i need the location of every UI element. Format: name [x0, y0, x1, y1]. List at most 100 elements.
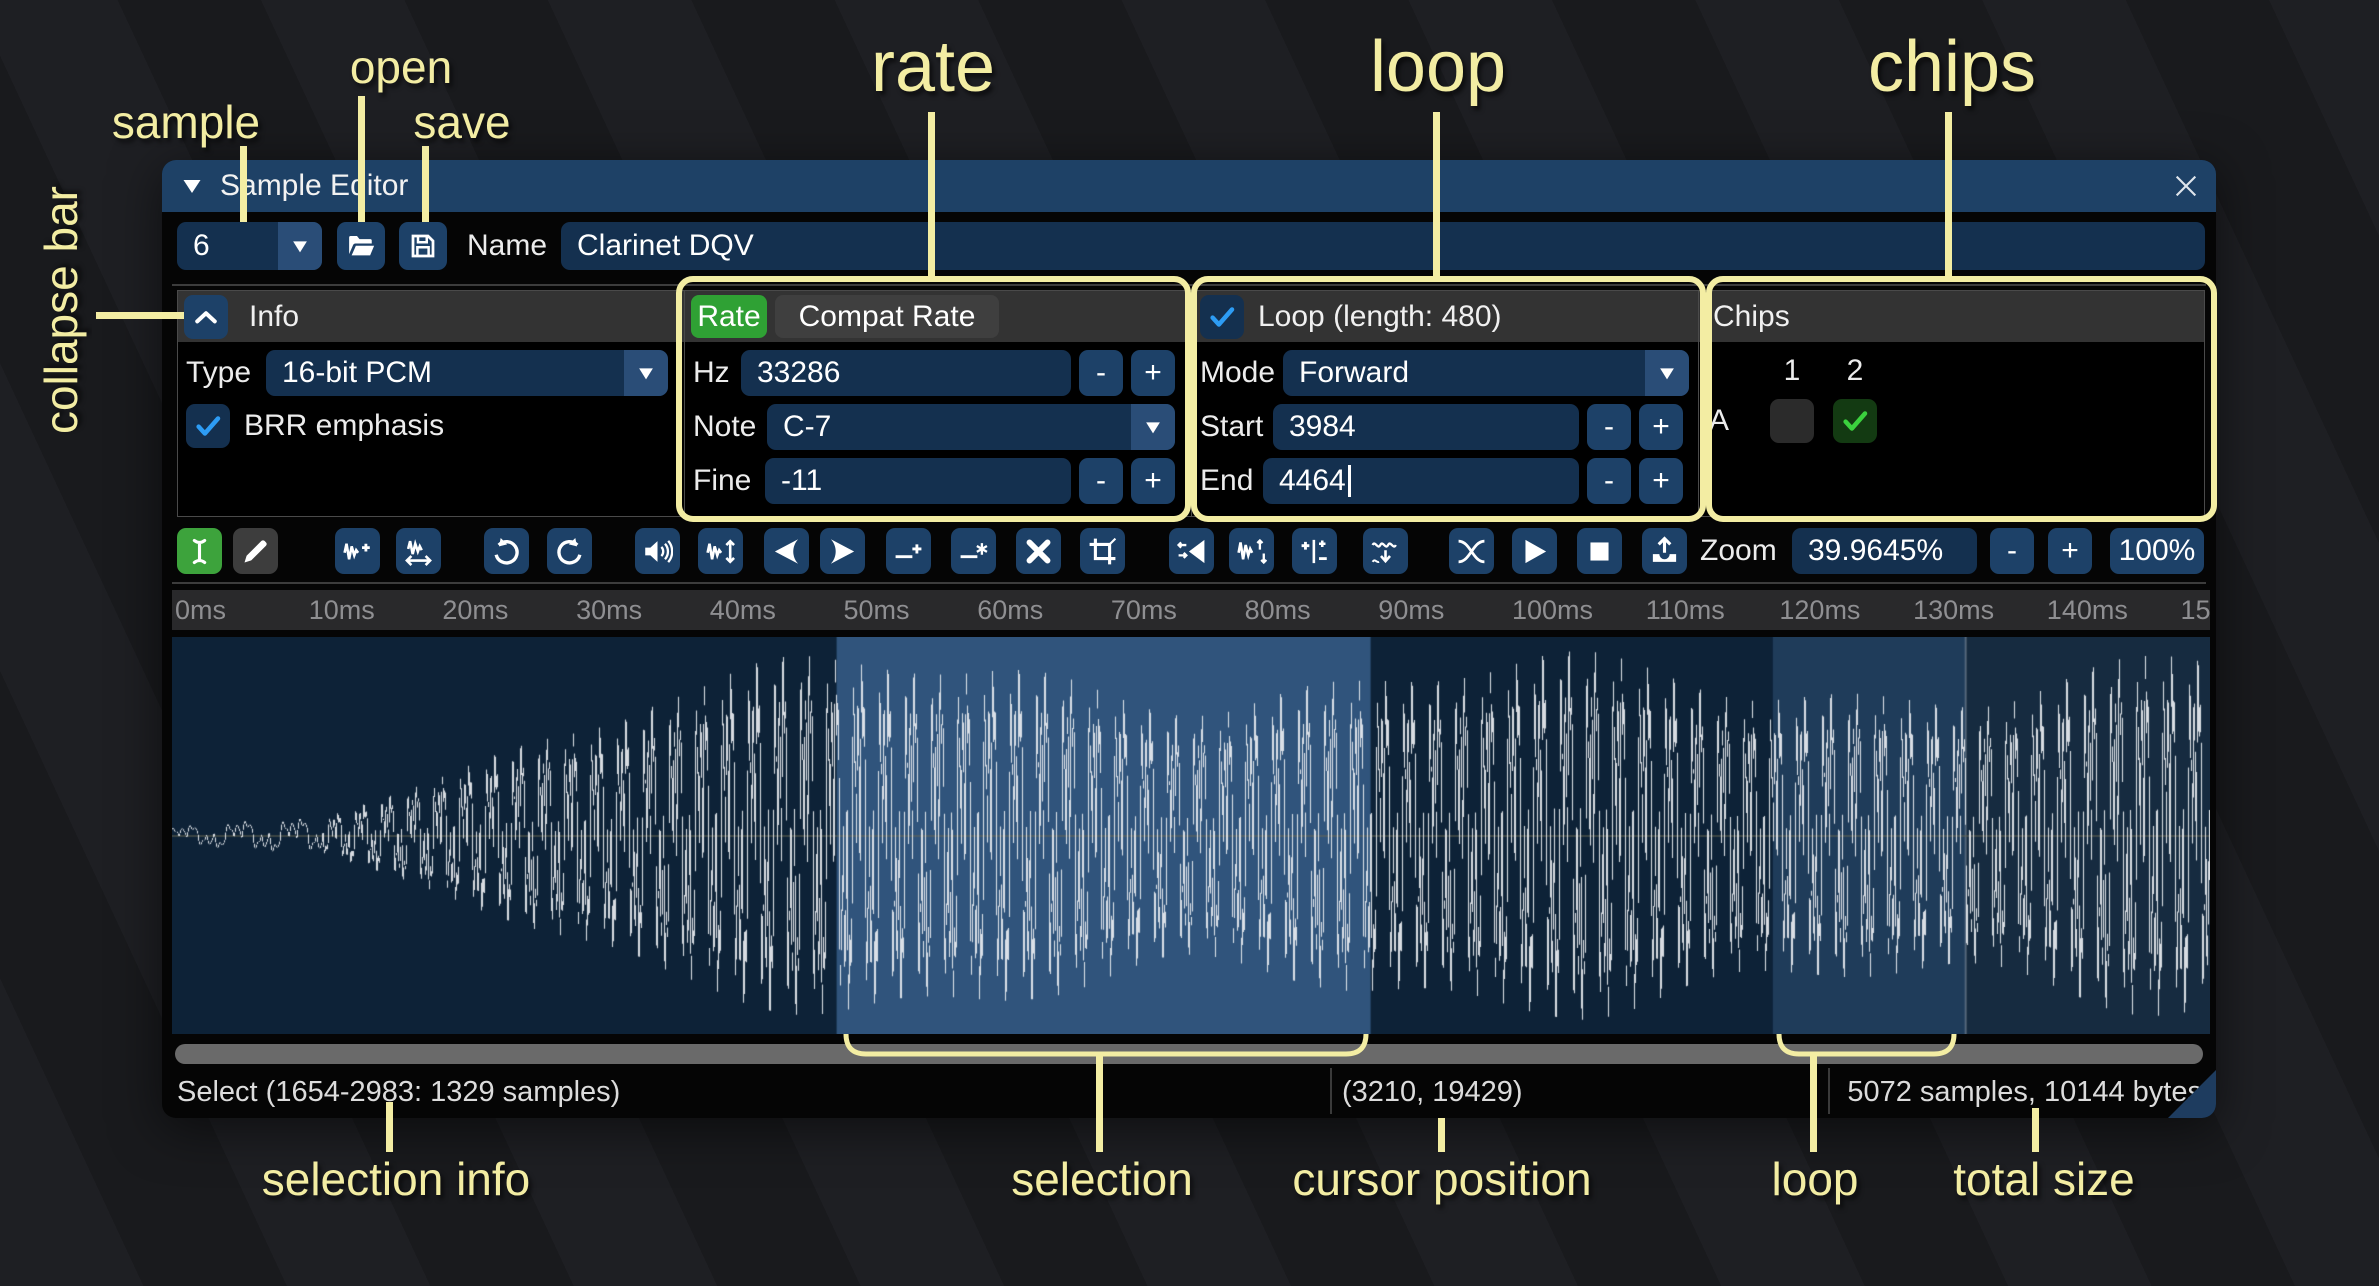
fade-out-button[interactable]	[820, 528, 865, 574]
redo-button[interactable]	[547, 528, 592, 574]
save-button[interactable]	[399, 222, 447, 270]
ruler-label: 100ms	[1512, 595, 1593, 626]
annotation-rate: rate	[871, 26, 995, 108]
loop-end-decrement-button[interactable]: -	[1587, 458, 1631, 504]
timeline-ruler[interactable]: 0ms10ms20ms30ms40ms50ms60ms70ms80ms90ms1…	[172, 590, 2210, 630]
loop-start-decrement-button[interactable]: -	[1587, 404, 1631, 450]
ruler-label: 120ms	[1779, 595, 1860, 626]
note-select[interactable]: C-7	[767, 404, 1175, 450]
ruler-label: 130ms	[1913, 595, 1994, 626]
status-selection-text: Select (1654-2983: 1329 samples)	[177, 1070, 620, 1114]
brr-emphasis-checkbox[interactable]	[186, 404, 230, 448]
insert-silence-button[interactable]	[886, 528, 931, 574]
reverse-button[interactable]	[1169, 528, 1214, 574]
check-icon	[1207, 302, 1237, 332]
chevron-down-icon[interactable]	[624, 350, 668, 396]
hz-increment-button[interactable]: +	[1131, 350, 1175, 396]
hz-input[interactable]: 33286	[741, 350, 1071, 396]
annotation-selection: selection	[1011, 1152, 1193, 1206]
annotation-cursor-position: cursor position	[1292, 1152, 1591, 1206]
annotation-chips: chips	[1868, 26, 2036, 108]
zoom-reset-button[interactable]: 100%	[2110, 528, 2204, 574]
rate-panel: Rate Compat Rate Hz 33286 - + Note C-7 F…	[684, 290, 1192, 517]
waveform-view	[172, 637, 2210, 1034]
annotation-sample: sample	[112, 95, 260, 149]
loop-enable-checkbox[interactable]	[1200, 295, 1244, 339]
annotation-selection-info: selection info	[262, 1152, 531, 1206]
sample-number-select[interactable]: 6	[177, 222, 322, 270]
resample-button[interactable]	[396, 528, 441, 574]
draw-tool-button[interactable]	[233, 528, 278, 574]
ruler-label: 40ms	[710, 595, 776, 626]
waveform-canvas[interactable]	[172, 637, 2210, 1034]
zoom-out-button[interactable]: -	[1990, 528, 2034, 574]
loop-end-increment-button[interactable]: +	[1639, 458, 1683, 504]
invert-button[interactable]	[1229, 528, 1274, 574]
ruler-label: 50ms	[844, 595, 910, 626]
loop-end-label: End	[1200, 458, 1253, 504]
chips-column-2-label: 2	[1847, 351, 1864, 391]
fine-decrement-button[interactable]: -	[1079, 458, 1123, 504]
info-panel-title: Info	[249, 291, 299, 342]
screenshot-root: Sample Editor 6 Name Clarinet DQV	[0, 0, 2379, 1286]
name-input-value: Clarinet DQV	[577, 229, 754, 263]
tab-rate[interactable]: Rate	[691, 295, 767, 338]
chevron-up-icon	[191, 302, 221, 332]
preview-button[interactable]	[1512, 528, 1557, 574]
chevron-down-icon[interactable]	[278, 222, 322, 270]
note-label: Note	[693, 404, 756, 450]
apply-silence-button[interactable]	[951, 528, 996, 574]
fine-increment-button[interactable]: +	[1131, 458, 1175, 504]
divider	[172, 582, 2206, 584]
hz-decrement-button[interactable]: -	[1079, 350, 1123, 396]
select-tool-button[interactable]	[177, 528, 222, 574]
mode-label: Mode	[1200, 350, 1275, 396]
tab-compat-rate[interactable]: Compat Rate	[775, 295, 999, 338]
fade-in-button[interactable]	[764, 528, 809, 574]
chevron-down-icon[interactable]	[1645, 350, 1689, 396]
window-collapse-icon[interactable]	[180, 174, 204, 198]
window-titlebar[interactable]: Sample Editor	[162, 160, 2216, 212]
loop-end-input[interactable]: 4464	[1263, 458, 1579, 504]
open-button[interactable]	[337, 222, 385, 270]
name-label: Name	[467, 222, 547, 270]
type-select-value: 16-bit PCM	[282, 356, 432, 390]
floppy-disk-icon	[408, 231, 438, 261]
type-select[interactable]: 16-bit PCM	[266, 350, 668, 396]
trim-button[interactable]	[1080, 528, 1125, 574]
collapse-bar-button[interactable]	[184, 295, 228, 339]
amplify-button[interactable]	[635, 528, 680, 574]
loop-start-input[interactable]: 3984	[1273, 404, 1579, 450]
annotation-loop: loop	[1370, 26, 1506, 108]
resize-grip[interactable]	[2168, 1070, 2216, 1118]
apply-filter-button[interactable]	[1363, 528, 1408, 574]
loop-mode-select[interactable]: Forward	[1283, 350, 1689, 396]
normalize-button[interactable]	[698, 528, 743, 574]
fine-input[interactable]: -11	[765, 458, 1071, 504]
waveform-scrollbar[interactable]	[175, 1044, 2203, 1064]
create-instrument-button[interactable]	[1642, 528, 1687, 574]
loop-start-increment-button[interactable]: +	[1639, 404, 1683, 450]
annotation-loop-bottom: loop	[1772, 1152, 1859, 1206]
undo-button[interactable]	[484, 528, 529, 574]
zoom-in-button[interactable]: +	[2048, 528, 2092, 574]
ruler-label: 140ms	[2047, 595, 2128, 626]
fine-label: Fine	[693, 458, 751, 504]
crossfade-button[interactable]	[1449, 528, 1494, 574]
chip-1-checkbox[interactable]	[1770, 399, 1814, 443]
resize-button[interactable]	[335, 528, 380, 574]
name-input[interactable]: Clarinet DQV	[561, 222, 2205, 270]
stop-preview-button[interactable]	[1577, 528, 1622, 574]
chip-2-checkbox[interactable]	[1833, 399, 1877, 443]
close-icon[interactable]	[2170, 170, 2202, 202]
zoom-input[interactable]: 39.9645%	[1792, 528, 1977, 574]
hz-label: Hz	[693, 350, 730, 396]
sign-invert-button[interactable]	[1292, 528, 1337, 574]
info-panel: Info Type 16-bit PCM BRR emphasis	[177, 290, 685, 517]
divider	[1828, 1068, 1830, 1114]
delete-button[interactable]	[1016, 528, 1061, 574]
ruler-label: 20ms	[442, 595, 508, 626]
type-label: Type	[186, 350, 251, 396]
chevron-down-icon[interactable]	[1131, 404, 1175, 450]
divider	[1330, 1068, 1332, 1114]
